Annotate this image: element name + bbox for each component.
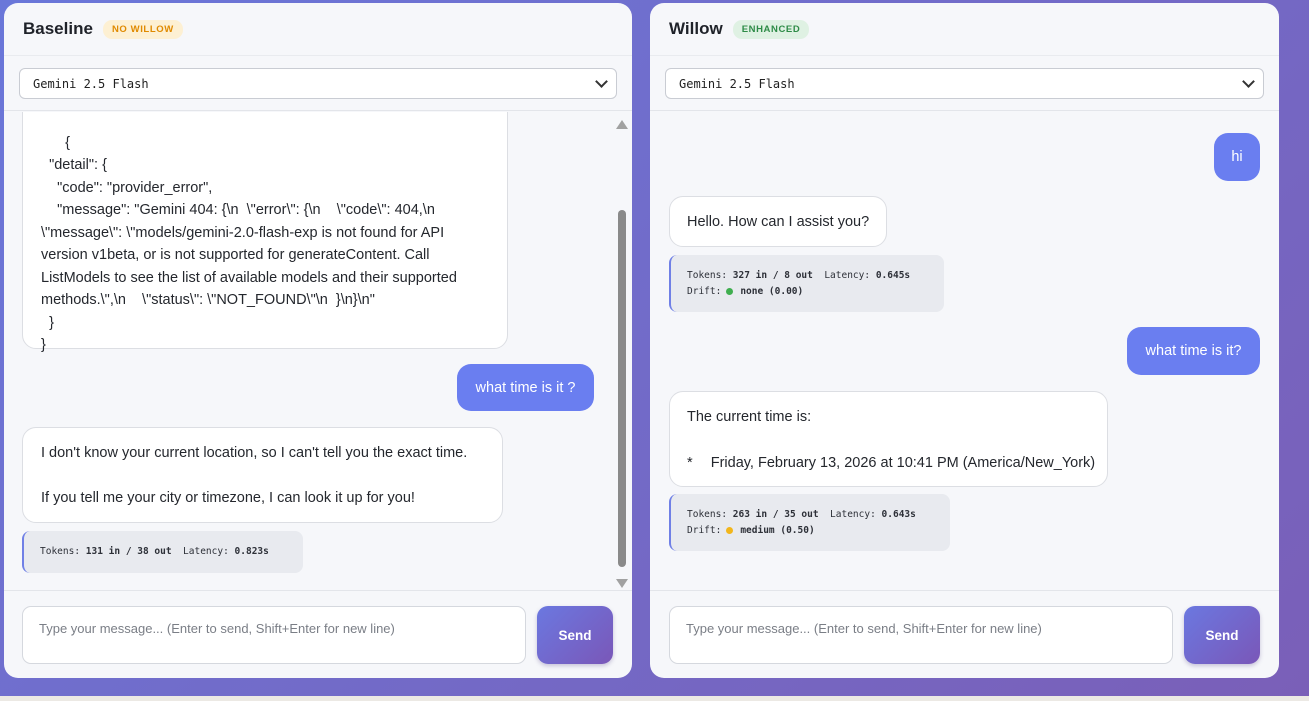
bot-message-text: Hello. How can I assist you? xyxy=(687,214,870,230)
willow-model-select[interactable]: Gemini 2.5 Flash xyxy=(665,68,1264,99)
user-message-bubble: what time is it? xyxy=(1127,327,1260,375)
latency-value: 0.645s xyxy=(875,270,911,282)
drift-value: medium (0.50) xyxy=(740,524,815,536)
response-metrics: Tokens: 263 in / 35 out Latency: 0.643s … xyxy=(669,494,950,551)
tokens-value: 327 in / 8 out xyxy=(732,270,813,282)
bot-message-bubble: I don't know your current location, so I… xyxy=(22,427,503,523)
latency-value: 0.823s xyxy=(234,546,269,558)
bot-message-bullet-line: * Friday, February 13, 2026 at 10:41 PM … xyxy=(687,452,1107,475)
bot-message-line: If you tell me your city or timezone, I … xyxy=(41,489,415,506)
tokens-label: Tokens: xyxy=(687,509,728,521)
baseline-title: Baseline xyxy=(23,19,93,38)
chevron-down-icon xyxy=(1242,74,1255,88)
baseline-panel: Baseline NO WILLOW Gemini 2.5 Flash { "d… xyxy=(4,3,632,678)
baseline-model-select[interactable]: Gemini 2.5 Flash xyxy=(19,68,617,99)
chat-scrollbar[interactable] xyxy=(616,120,628,588)
drift-status-icon xyxy=(726,526,734,534)
user-message-text: what time is it? xyxy=(1145,343,1242,359)
willow-panel: Willow ENHANCED Gemini 2.5 Flash hi Hell… xyxy=(650,3,1279,678)
latency-label: Latency: xyxy=(830,509,876,521)
willow-title: Willow xyxy=(669,19,723,38)
baseline-header: Baseline NO WILLOW xyxy=(4,3,632,56)
chevron-down-icon xyxy=(595,74,608,88)
input-placeholder: Type your message... (Enter to send, Shi… xyxy=(39,621,395,636)
user-message-text: hi xyxy=(1231,149,1243,165)
bot-message-bubble: Hello. How can I assist you? xyxy=(669,196,887,247)
bullet-marker: * xyxy=(687,454,693,471)
baseline-send-button[interactable]: Send xyxy=(537,606,613,664)
baseline-model-row: Gemini 2.5 Flash xyxy=(4,56,632,111)
willow-model-value: Gemini 2.5 Flash xyxy=(679,76,795,91)
bot-message-line: The current time is: xyxy=(687,409,812,425)
willow-message-input[interactable]: Type your message... (Enter to send, Shi… xyxy=(669,606,1173,664)
drift-status-icon xyxy=(726,287,734,295)
scrollbar-thumb[interactable] xyxy=(618,210,626,567)
window-bottom-edge xyxy=(0,696,1309,701)
no-willow-badge: NO WILLOW xyxy=(102,19,183,39)
willow-chat-area[interactable]: hi Hello. How can I assist you? Tokens: … xyxy=(650,112,1279,589)
tokens-label: Tokens: xyxy=(40,546,81,558)
scroll-down-arrow-icon[interactable] xyxy=(616,579,628,588)
latency-value: 0.643s xyxy=(881,509,916,521)
response-metrics: Tokens: 327 in / 8 out Latency: 0.645s D… xyxy=(669,255,944,312)
willow-composer: Type your message... (Enter to send, Shi… xyxy=(650,590,1279,678)
enhanced-badge: ENHANCED xyxy=(732,19,810,39)
baseline-composer: Type your message... (Enter to send, Shi… xyxy=(4,590,632,678)
bot-message-line: Friday, February 13, 2026 at 10:41 PM (A… xyxy=(710,454,1096,471)
latency-label: Latency: xyxy=(183,546,229,558)
input-placeholder: Type your message... (Enter to send, Shi… xyxy=(686,621,1042,636)
drift-label: Drift: xyxy=(687,524,722,536)
baseline-model-value: Gemini 2.5 Flash xyxy=(33,76,149,91)
user-message-bubble: what time is it ? xyxy=(457,364,594,411)
willow-model-row: Gemini 2.5 Flash xyxy=(650,56,1279,111)
bot-message-line: I don't know your current location, so I… xyxy=(41,445,468,461)
error-json-text: { "detail": { "code": "provider_error", … xyxy=(41,134,457,354)
error-response-bubble: { "detail": { "code": "provider_error", … xyxy=(22,112,508,353)
tokens-value: 263 in / 35 out xyxy=(732,509,819,521)
user-message-bubble: hi xyxy=(1214,133,1260,181)
baseline-chat-area[interactable]: { "detail": { "code": "provider_error", … xyxy=(4,112,632,589)
tokens-label: Tokens: xyxy=(687,270,728,282)
willow-send-button[interactable]: Send xyxy=(1184,606,1260,664)
baseline-message-input[interactable]: Type your message... (Enter to send, Shi… xyxy=(22,606,526,664)
response-metrics: Tokens: 131 in / 38 out Latency: 0.823s xyxy=(22,531,303,573)
drift-label: Drift: xyxy=(687,285,722,297)
tokens-value: 131 in / 38 out xyxy=(85,546,172,558)
latency-label: Latency: xyxy=(824,270,871,282)
bot-message-bubble: The current time is: * Friday, February … xyxy=(669,391,1108,487)
drift-value: none (0.00) xyxy=(740,285,804,297)
scroll-up-arrow-icon[interactable] xyxy=(616,120,628,129)
willow-header: Willow ENHANCED xyxy=(650,3,1279,56)
user-message-text: what time is it ? xyxy=(475,379,576,396)
